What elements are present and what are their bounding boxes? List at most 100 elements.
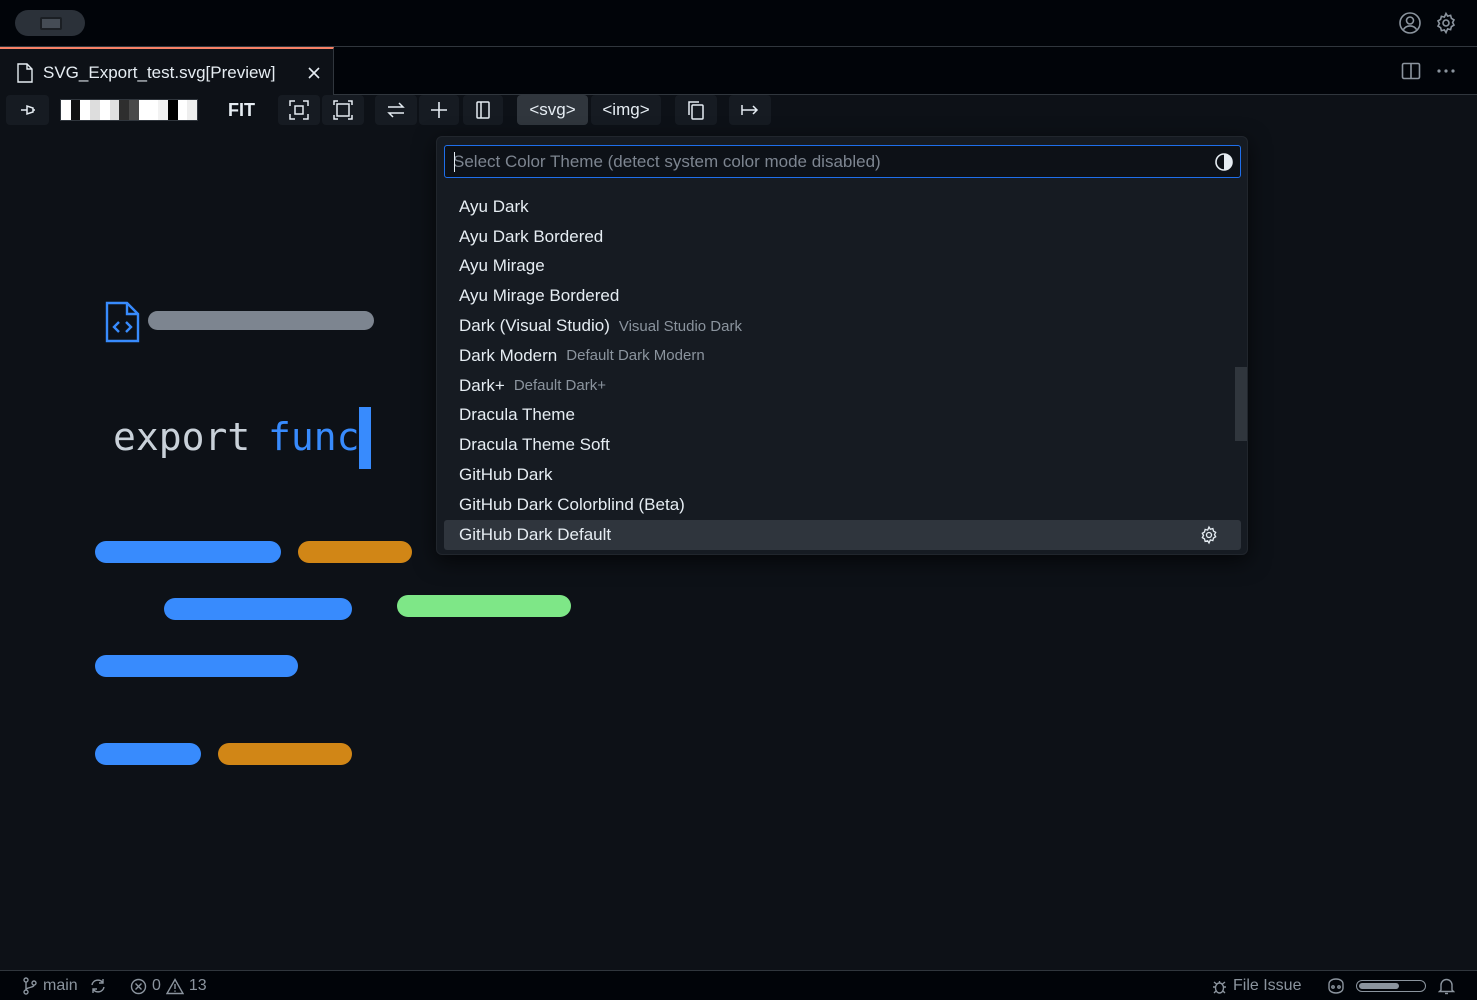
pin-icon	[20, 104, 35, 116]
add-button[interactable]	[419, 95, 459, 125]
theme-list-item[interactable]: GitHub Dark Default	[444, 519, 1241, 550]
zoom-to-fit-button[interactable]	[278, 95, 320, 125]
theme-description: Visual Studio Dark	[618, 317, 742, 335]
contrast-toggle-icon[interactable]	[1214, 152, 1234, 172]
tab-title: SVG_Export_test.svg[Preview]	[43, 63, 276, 82]
background-swatch-picker[interactable]	[60, 99, 198, 121]
code-line-pill	[397, 595, 571, 617]
theme-list-item[interactable]: Ayu Mirage Bordered	[444, 281, 1241, 311]
swatch-cell	[70, 100, 81, 120]
side-panel-icon	[476, 101, 490, 119]
code-keyword: export	[113, 415, 251, 459]
git-branch-icon	[23, 977, 37, 995]
fit-button[interactable]: FIT	[228, 100, 255, 121]
theme-label: GitHub Dark Default	[459, 524, 612, 544]
manage-theme-gear-icon[interactable]	[1199, 525, 1219, 545]
copilot-icon	[1328, 978, 1344, 994]
theme-list-item[interactable]: Dark (Visual Studio) Visual Studio Dark	[444, 311, 1241, 341]
actual-size-button[interactable]	[322, 95, 364, 125]
close-icon[interactable]	[305, 64, 323, 82]
settings-gear-icon[interactable]	[1434, 11, 1458, 35]
code-file-icon	[105, 301, 140, 343]
theme-list-item[interactable]: Dark Modern Default Dark Modern	[444, 341, 1241, 371]
branch-status[interactable]: main	[22, 977, 78, 995]
arrow-right-icon	[741, 105, 759, 115]
code-line-pill	[298, 541, 412, 563]
theme-label: Ayu Dark Bordered	[459, 226, 604, 246]
swatch-cell	[167, 100, 178, 120]
layout-icon	[40, 17, 62, 30]
code-line-pill	[218, 743, 352, 765]
file-icon	[17, 63, 33, 83]
warning-icon	[165, 977, 184, 994]
theme-list-item[interactable]: Ayu Dark Bordered	[444, 222, 1241, 252]
sync-button[interactable]	[89, 977, 107, 995]
code-line-pill	[164, 598, 352, 620]
copy-icon	[688, 101, 704, 120]
theme-label: Dracula Theme	[459, 405, 575, 425]
theme-list-item[interactable]: Dark+ Default Dark+	[444, 371, 1241, 401]
text-cursor	[359, 407, 371, 469]
theme-label: Dark (Visual Studio)	[459, 316, 610, 336]
swatch-cell	[148, 100, 159, 120]
problems-status[interactable]: 0 13	[130, 977, 207, 995]
status-bar: main 0 13 File Issue	[0, 970, 1477, 1000]
bell-icon	[1438, 978, 1455, 995]
swatch-cell	[187, 100, 198, 120]
account-icon[interactable]	[1398, 11, 1422, 35]
theme-label: Dark+	[459, 375, 505, 395]
placeholder-title-bar	[148, 311, 374, 330]
img-mode-button[interactable]: <img>	[591, 95, 661, 125]
warning-count: 13	[188, 977, 207, 994]
swap-button[interactable]	[375, 95, 417, 125]
swap-arrows-icon	[387, 102, 405, 118]
swatch-cell	[61, 100, 71, 120]
theme-list-item[interactable]: Ayu Dark	[444, 192, 1241, 222]
copy-button[interactable]	[675, 95, 717, 125]
theme-list-item[interactable]: GitHub Dark Colorblind (Beta)	[444, 490, 1241, 520]
swatch-cell	[80, 100, 91, 120]
swatch-cell	[99, 100, 110, 120]
swatch-cell	[138, 100, 149, 120]
theme-label: Ayu Mirage Bordered	[459, 286, 620, 306]
error-count: 0	[152, 977, 161, 994]
theme-label: Dark Modern	[459, 345, 558, 365]
swatch-cell	[90, 100, 100, 120]
progress-indicator	[1356, 980, 1426, 992]
panel-button[interactable]	[463, 95, 503, 125]
theme-search-input[interactable]	[453, 146, 1203, 177]
notifications-button[interactable]	[1438, 977, 1455, 995]
theme-label: GitHub Dark	[459, 465, 553, 485]
input-caret	[454, 152, 455, 172]
layout-toggle-button[interactable]	[15, 10, 85, 36]
theme-list-item[interactable]: GitHub Dark	[444, 460, 1241, 490]
progress-fill	[1359, 983, 1399, 989]
file-issue-button[interactable]: File Issue	[1211, 977, 1301, 995]
theme-list-scrollbar[interactable]	[1235, 367, 1247, 441]
swatch-cell	[119, 100, 130, 120]
theme-search-field[interactable]	[444, 145, 1241, 178]
theme-list-item[interactable]: Ayu Mirage	[444, 252, 1241, 282]
split-editor-icon[interactable]	[1400, 60, 1422, 82]
code-identifier: func	[268, 415, 360, 459]
preview-toolbar: FIT <svg> <img>	[0, 95, 1477, 127]
swatch-cell	[177, 100, 188, 120]
bug-icon	[1213, 980, 1226, 994]
theme-label: Dracula Theme Soft	[459, 435, 610, 455]
theme-list-item[interactable]: Dracula Theme	[444, 401, 1241, 431]
theme-list-item[interactable]: Dracula Theme Soft	[444, 430, 1241, 460]
copilot-button[interactable]	[1326, 977, 1346, 995]
svg-mode-button[interactable]: <svg>	[517, 95, 588, 125]
tab-svg-preview[interactable]: SVG_Export_test.svg[Preview]	[0, 47, 334, 95]
theme-label: GitHub Dark Colorblind (Beta)	[459, 494, 685, 514]
editor-tab-bar: SVG_Export_test.svg[Preview]	[0, 47, 1477, 95]
expand-frame-icon	[333, 100, 353, 120]
pin-button[interactable]	[6, 95, 49, 125]
export-button[interactable]	[729, 95, 771, 125]
code-line-pill	[95, 541, 281, 563]
title-bar	[0, 0, 1477, 47]
fit-frame-icon	[289, 100, 309, 120]
error-icon	[130, 978, 147, 994]
theme-description: Default Dark+	[513, 377, 606, 395]
more-actions-icon[interactable]	[1435, 60, 1457, 82]
